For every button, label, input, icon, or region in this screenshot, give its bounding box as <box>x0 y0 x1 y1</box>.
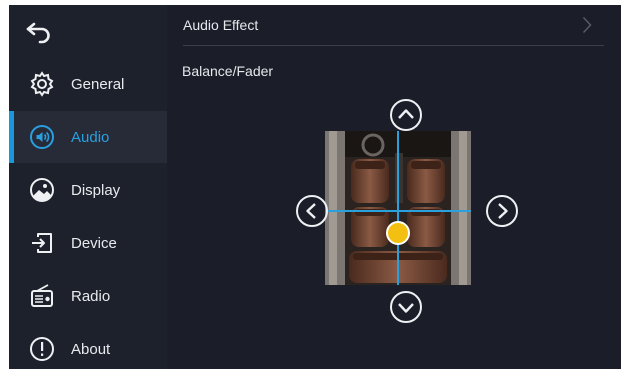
audio-settings-panel: Audio Effect Balance/Fader <box>167 5 621 369</box>
chevron-down-icon[interactable] <box>389 290 423 324</box>
device-icon <box>29 230 55 256</box>
car-cabin-image <box>325 131 471 285</box>
chevron-up-icon[interactable] <box>389 98 423 132</box>
chevron-right-icon <box>582 16 592 34</box>
balance-fader-label: Balance/Fader <box>182 63 274 79</box>
radio-icon <box>29 283 55 309</box>
sidebar-item-about[interactable]: About <box>9 323 167 369</box>
sidebar-item-label: Device <box>71 234 117 252</box>
sidebar: General Audio Display Device Radio About <box>9 5 167 369</box>
speaker-icon <box>29 124 55 150</box>
sidebar-item-label: Audio <box>71 128 110 146</box>
chevron-right-icon[interactable] <box>485 194 519 228</box>
sidebar-item-label: About <box>71 340 111 358</box>
settings-screen: General Audio Display Device Radio About… <box>9 5 621 369</box>
balance-fader-marker[interactable] <box>386 221 410 245</box>
sidebar-item-audio[interactable]: Audio <box>9 111 167 163</box>
chevron-left-icon[interactable] <box>295 194 329 228</box>
display-icon <box>29 177 55 203</box>
sidebar-item-label: Display <box>71 181 121 199</box>
gear-icon <box>29 71 55 97</box>
sidebar-item-display[interactable]: Display <box>9 164 167 216</box>
sidebar-item-label: General <box>71 75 125 93</box>
audio-effect-label: Audio Effect <box>183 17 259 33</box>
audio-effect-row[interactable]: Audio Effect <box>183 5 604 46</box>
back-arrow-icon[interactable] <box>25 21 53 45</box>
sidebar-item-device[interactable]: Device <box>9 217 167 269</box>
sidebar-item-label: Radio <box>71 287 111 305</box>
info-icon <box>29 336 55 362</box>
sidebar-item-general[interactable]: General <box>9 58 167 110</box>
sidebar-item-radio[interactable]: Radio <box>9 270 167 322</box>
